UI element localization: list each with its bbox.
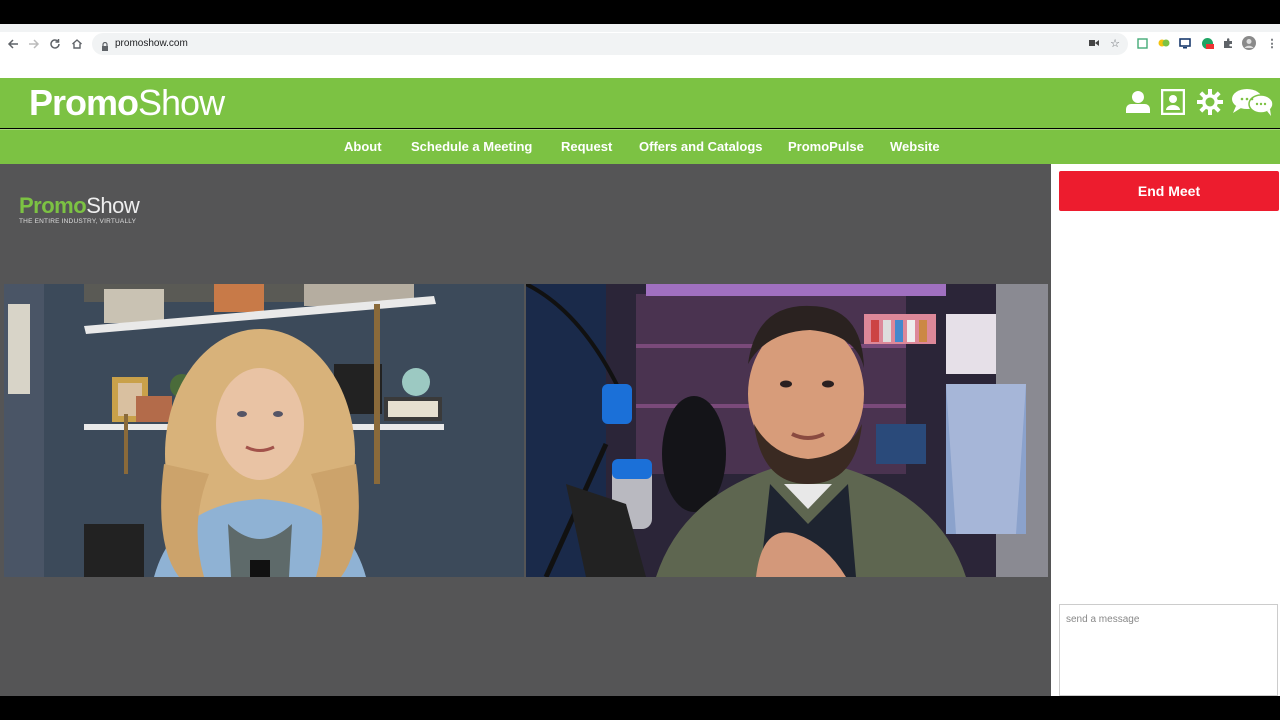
logo-bold-text: Promo (29, 82, 139, 123)
back-icon[interactable] (3, 34, 23, 54)
nav-about[interactable]: About (344, 138, 382, 155)
screen-border-bottom (0, 696, 1280, 720)
puzzle-icon[interactable] (1221, 36, 1235, 50)
home-icon[interactable] (67, 34, 87, 54)
message-input[interactable] (1059, 604, 1278, 696)
extension-shield-icon[interactable] (1135, 36, 1149, 50)
address-bar[interactable] (92, 33, 1128, 55)
tab-strip (0, 24, 1280, 32)
camera-icon[interactable] (1087, 36, 1101, 50)
extension-off-icon[interactable] (1200, 36, 1214, 50)
screen-border-top (0, 0, 1280, 24)
user-icon[interactable] (1125, 88, 1151, 116)
gear-icon[interactable] (1196, 88, 1224, 116)
stage-logo-light: Show (86, 193, 140, 218)
stage-watermark-logo: PromoShow THE ENTIRE INDUSTRY, VIRTUALLY (19, 193, 140, 226)
video-tile-right[interactable] (526, 284, 1048, 577)
end-meet-button[interactable]: End Meet (1059, 171, 1279, 211)
profile-card-icon[interactable] (1161, 88, 1185, 116)
logo-light-text: Show (138, 82, 225, 123)
forward-icon[interactable] (24, 34, 44, 54)
lock-icon (101, 38, 109, 51)
reload-icon[interactable] (45, 34, 65, 54)
nav-promopulse[interactable]: PromoPulse (788, 138, 864, 155)
nav-website[interactable]: Website (890, 138, 940, 155)
stage-logo-bold: Promo (19, 193, 87, 218)
url-text[interactable]: promoshow.com (115, 36, 188, 52)
chat-bubbles-icon[interactable] (1230, 88, 1274, 116)
promoshow-logo[interactable]: PromoShow (29, 82, 225, 124)
nav-schedule-meeting[interactable]: Schedule a Meeting (411, 138, 532, 155)
extension-chat-icon[interactable] (1157, 36, 1171, 50)
stage-tagline: THE ENTIRE INDUSTRY, VIRTUALLY (19, 218, 137, 225)
nav-offers-catalogs[interactable]: Offers and Catalogs (639, 138, 763, 155)
profile-avatar-icon[interactable] (1242, 36, 1256, 50)
nav-request[interactable]: Request (561, 138, 612, 155)
extension-monitor-icon[interactable] (1178, 36, 1192, 50)
browser-menu-icon[interactable]: ⋮ (1265, 36, 1279, 50)
video-tile-left[interactable] (4, 284, 524, 577)
bookmark-star-icon[interactable]: ☆ (1108, 36, 1122, 50)
